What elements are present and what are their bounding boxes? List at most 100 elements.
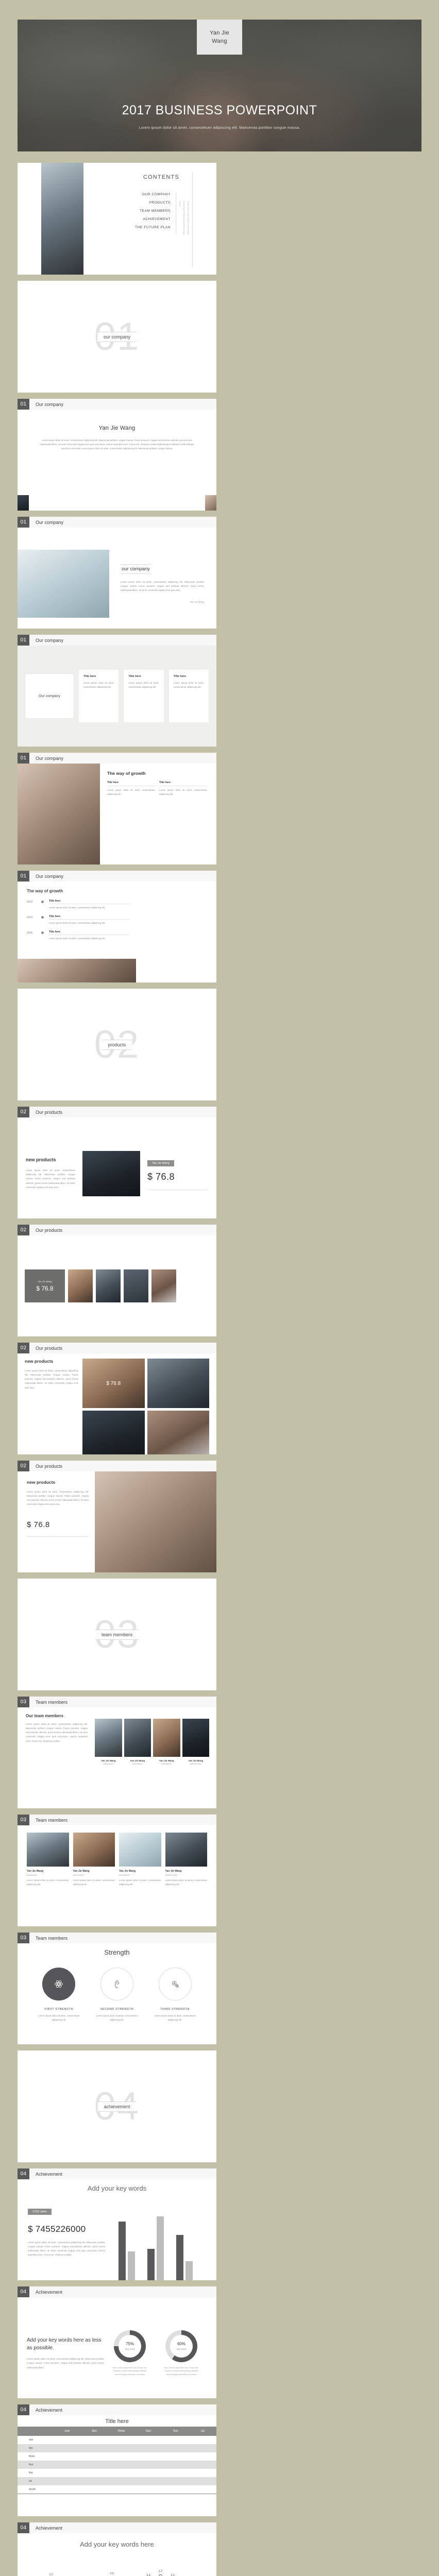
slide-header-title: Our company: [36, 873, 64, 879]
table-row[interactable]: two: [18, 2444, 216, 2452]
slide-header-title: Our products: [36, 1345, 63, 1351]
slide-strength[interactable]: 03 Team members Strength FIRST STRENGTH …: [18, 1933, 216, 2044]
company-signature: Yan Jie Wang: [190, 601, 204, 604]
timeline-row: 2014 Title here Lorem ipsum dolor sit ame…: [27, 915, 130, 925]
team-member[interactable]: Yan Jie Wang ENGINEER: [153, 1719, 180, 1808]
slide-products-price[interactable]: 02 Our products new products Lorem ipsum…: [18, 1107, 216, 1218]
strength-item[interactable]: FIRST STRENGTH Lorem ipsum dolor sit ame…: [36, 1968, 82, 2022]
products-title: new products: [27, 1480, 56, 1485]
table-row[interactable]: four: [18, 2461, 216, 2469]
slide-bar-chart[interactable]: 04 Achievement Add your key words 17Q1 s…: [18, 2168, 216, 2280]
slide-company-intro[interactable]: 01 Our company Yan Jie Wang Lorem ipsum …: [18, 399, 216, 511]
team-member[interactable]: Yan Jie Wang MANAGER Lorem ipsum dolor s…: [27, 1833, 69, 1887]
team-member[interactable]: Yan Jie Wang DESIGNER Lorem ipsum dolor …: [73, 1833, 115, 1887]
slide-product-model[interactable]: 02 Our products new products Lorem ipsum…: [18, 1461, 216, 1572]
timeline-photo: [18, 959, 136, 982]
slide-header-title: Our company: [36, 755, 64, 761]
line-chart: 2.73.20.8 1.32.43 3.52.92 3.43.73.3 012 …: [49, 2570, 175, 2576]
team-member[interactable]: Yan Jie Wang ENGINEER Lorem ipsum dolor …: [119, 1833, 161, 1887]
slide-section-04[interactable]: 04 achievement: [18, 2050, 216, 2162]
cell: [134, 2477, 162, 2485]
product-tile[interactable]: $ 76.8: [82, 1359, 145, 1408]
contents-item[interactable]: THE FUTURE PLAN: [135, 226, 171, 229]
cell: [80, 2461, 108, 2469]
table-row[interactable]: five: [18, 2469, 216, 2477]
atom-icon: [42, 1968, 76, 2001]
contents-item[interactable]: OUR COMPANY: [135, 193, 171, 196]
head-idea-icon: [100, 1968, 133, 2001]
contents-vertical-note: Lorem ipsum dolor sit amet, consectetuer…: [179, 201, 189, 235]
products-text: Lorem ipsum dolor sit amet, consectetuer…: [27, 1490, 89, 1506]
company-card[interactable]: Title here Lorem ipsum dolor sit amet, c…: [78, 669, 120, 723]
growth-card[interactable]: Title here Lorem ipsum dolor sit amet, c…: [107, 781, 155, 796]
growth-card[interactable]: Title here Lorem ipsum dolor sit amet, c…: [159, 781, 207, 796]
slide-section-03[interactable]: 03 team members: [18, 1579, 216, 1690]
section-label: products: [102, 1039, 132, 1050]
cell: [162, 2444, 190, 2452]
member-name: Yan Jie Wang: [27, 1870, 44, 1873]
table-row[interactable]: one: [18, 2436, 216, 2444]
strength-text: Lorem ipsum dolor sit amet, consectetuer…: [38, 2014, 80, 2022]
company-card[interactable]: Title here Lorem ipsum dolor sit amet, c…: [123, 669, 164, 723]
table-row[interactable]: seven: [18, 2485, 216, 2494]
cell: [108, 2461, 135, 2469]
product-thumb[interactable]: [96, 1269, 121, 1302]
product-thumb[interactable]: [151, 1269, 176, 1302]
slide-team-four[interactable]: 03 Team members Yan Jie Wang MANAGER Lor…: [18, 1815, 216, 1926]
member-name: Yan Jie Wang: [73, 1870, 90, 1873]
member-role: MANAGER: [27, 1874, 38, 1876]
team-member[interactable]: Yan Jie Wang MANAGER: [95, 1719, 122, 1808]
slide-timeline[interactable]: 01 Our company The way of growth 2013 Ti…: [18, 871, 216, 982]
donut-caption: Nunc viverra imperdiet enim. Fusce est. …: [112, 2366, 147, 2376]
donut-ring: 75% key word: [114, 2330, 146, 2362]
slide-company-cards[interactable]: 01 Our company Our company Title here Lo…: [18, 635, 216, 747]
slide-team-members[interactable]: 03 Team members Our team members Lorem i…: [18, 1697, 216, 1808]
product-thumb[interactable]: [124, 1269, 148, 1302]
team-text: Lorem ipsum dolor sit amet, consectetuer…: [26, 1723, 88, 1742]
team-member[interactable]: Yan Jie Wang MARKETING Lorem ipsum dolor…: [165, 1833, 207, 1887]
slide-products-grid[interactable]: 02 Our products new products Lorem ipsum…: [18, 1343, 216, 1454]
slide-header-title: Our company: [36, 519, 64, 525]
slide-section-02[interactable]: 02 products: [18, 989, 216, 1100]
slide-line-chart[interactable]: 04 Achievement Add your key words here 2…: [18, 2522, 216, 2576]
table-row[interactable]: three: [18, 2452, 216, 2461]
cell: [81, 2469, 108, 2477]
product-tile[interactable]: [147, 1359, 209, 1408]
member-role: MANAGER: [103, 1763, 113, 1765]
cell: [189, 2485, 216, 2494]
row-label: three: [29, 2455, 35, 2458]
strength-item[interactable]: SECOND STRENGTH Lorem ipsum dolor sit am…: [94, 1968, 140, 2022]
product-tile[interactable]: [82, 1411, 145, 1454]
product-thumb[interactable]: [68, 1269, 93, 1302]
column-header: [18, 2427, 54, 2436]
product-price: $ 76.8: [147, 1171, 175, 1182]
table-row[interactable]: six: [18, 2477, 216, 2485]
team-member[interactable]: Yan Jie Wang DESIGNER: [124, 1719, 151, 1808]
slide-section-01[interactable]: 01 our company: [18, 281, 216, 393]
products-text: Lorem ipsum dolor sit amet, consectetuer…: [26, 1169, 75, 1189]
team-member[interactable]: Yan Jie Wang MARKETING: [182, 1719, 209, 1808]
company-card[interactable]: Title here Lorem ipsum dolor sit amet, c…: [168, 669, 209, 723]
cell: [135, 2452, 162, 2461]
cell: [81, 2436, 108, 2444]
slide-contents[interactable]: CONTENTS OUR COMPANY PRODUCTS TEAM MEMBE…: [18, 163, 216, 275]
slide-table[interactable]: 04 Achievement Title here one two three …: [18, 2404, 216, 2516]
slide-donut-chart[interactable]: 04 Achievement Add your key words here a…: [18, 2286, 216, 2398]
contents-item[interactable]: ACHIEVEMENT: [135, 217, 171, 221]
card-title: Title here: [173, 675, 187, 678]
product-tile[interactable]: [147, 1411, 209, 1454]
slide-company-image-text[interactable]: 01 Our company our company Lorem ipsum d…: [18, 517, 216, 629]
slide-growth[interactable]: 01 Our company The way of growth Title h…: [18, 753, 216, 865]
slide-number: 01: [18, 399, 29, 410]
sales-tag: 17Q1 sales: [28, 2209, 52, 2215]
member-text: Lorem ipsum dolor sit amet, consectetuer…: [119, 1879, 161, 1886]
cover-title: 2017 BUSINESS POWERPOINT: [122, 103, 317, 117]
slide-number: 02: [18, 1461, 29, 1471]
contents-item[interactable]: PRODUCTS: [135, 201, 171, 205]
slide-header-title: Our company: [36, 401, 64, 407]
strength-item[interactable]: THIRD STRENGTH Lorem ipsum dolor sit ame…: [152, 1968, 198, 2022]
member-name: Yan Jie Wang: [165, 1870, 182, 1873]
slide-products-gallery[interactable]: 02 Our products Yan Jie Wang $ 76.8 new …: [18, 1225, 216, 1336]
data-table: one two three four five six one two thre…: [18, 2427, 216, 2494]
contents-item[interactable]: TEAM MEMBERS: [135, 209, 171, 213]
